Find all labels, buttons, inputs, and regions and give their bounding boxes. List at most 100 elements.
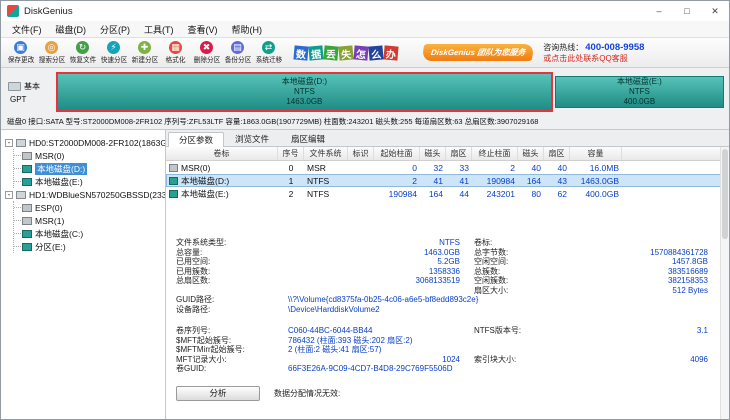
hotline-number: 400-008-9958 bbox=[585, 42, 644, 53]
tree-item-label: HD0:ST2000DM008-2FR102(1863GB) bbox=[29, 138, 166, 148]
qq-support-link[interactable]: 或点击此处联系QQ客服 bbox=[543, 53, 644, 64]
sidebar-item-hd0[interactable]: - HD0:ST2000DM008-2FR102(1863GB) bbox=[1, 136, 165, 149]
sidebar-item-partition-e[interactable]: 分区(E:) bbox=[14, 240, 165, 253]
banner-tile: 失 bbox=[338, 45, 353, 60]
sidebar-item-local-disk-c[interactable]: 本地磁盘(C:) bbox=[14, 227, 165, 240]
partition-bar-name: 本地磁盘(D:) bbox=[282, 77, 327, 87]
quick-partition-button[interactable]: ⚡快速分区 bbox=[98, 41, 129, 65]
backup-partition-button[interactable]: ▤备份分区 bbox=[222, 41, 253, 65]
menu-partition[interactable]: 分区(P) bbox=[93, 21, 137, 38]
column-header: 扇区 bbox=[446, 147, 472, 160]
save-changes-button[interactable]: ▣保存更改 bbox=[5, 41, 36, 65]
search-icon: ◎ bbox=[45, 41, 58, 54]
window-controls: – □ ✕ bbox=[645, 1, 729, 21]
tab-browse-files[interactable]: 浏览文件 bbox=[224, 131, 280, 146]
param-value: 3068133519 bbox=[288, 276, 460, 285]
toolbar-button-label: 系统迁移 bbox=[255, 55, 282, 65]
column-header: 序号 bbox=[278, 147, 304, 160]
partition-bar-strip: 本地磁盘(D:)NTFS1463.0GB本地磁盘(E:)NTFS400.0GB bbox=[56, 71, 726, 113]
disk-info-line: 磁盘0 接口:SATA 型号:ST2000DM008-2FR102 序列号:ZF… bbox=[1, 113, 729, 127]
disk-overview-panel: 基本 GPT 本地磁盘(D:)NTFS1463.0GB本地磁盘(E:)NTFS4… bbox=[1, 68, 729, 130]
disk-icon bbox=[16, 191, 26, 199]
cell-fs: MSR bbox=[304, 163, 348, 173]
disk-type-label: 基本 bbox=[24, 82, 40, 91]
partition-icon bbox=[22, 165, 32, 173]
partition-bar-local-disk-e[interactable]: 本地磁盘(E:)NTFS400.0GB bbox=[555, 76, 724, 108]
tree-item-label: 本地磁盘(D:) bbox=[35, 163, 87, 175]
column-header: 磁头 bbox=[420, 147, 446, 160]
toolbar-button-label: 恢复文件 bbox=[69, 55, 96, 65]
sidebar-item-msr-0[interactable]: MSR(0) bbox=[14, 149, 165, 162]
param-value: 4096 bbox=[586, 355, 708, 364]
tree-item-label: 本地磁盘(C:) bbox=[35, 228, 83, 240]
table-row[interactable]: 本地磁盘(E:)2NTFS190984164442432018062400.0G… bbox=[166, 187, 729, 200]
param-label: 卷GUID: bbox=[176, 363, 288, 374]
param-row: 总扇区数:3068133519空闲簇数:382158353 bbox=[166, 276, 729, 286]
menu-tools[interactable]: 工具(T) bbox=[137, 21, 181, 38]
recover-files-button[interactable]: ↻恢复文件 bbox=[67, 41, 98, 65]
cell-eh: 80 bbox=[518, 189, 544, 199]
new-partition-button[interactable]: ✚新建分区 bbox=[129, 41, 160, 65]
cell-ss: 33 bbox=[446, 163, 472, 173]
sidebar-item-local-disk-d[interactable]: 本地磁盘(D:) bbox=[14, 162, 165, 175]
param-value: 3.1 bbox=[586, 326, 708, 335]
disk-icon bbox=[8, 82, 21, 91]
contact-block: 咨询热线：400-008-9958 或点击此处联系QQ客服 bbox=[543, 42, 644, 64]
cell-label: 本地磁盘(D:) bbox=[166, 175, 278, 187]
promo-banner-data-loss[interactable]: 数据丢失怎么办 bbox=[294, 46, 399, 60]
table-row[interactable]: 本地磁盘(D:)1NTFS24141190984164431463.0GB bbox=[166, 174, 729, 187]
expander-icon[interactable]: - bbox=[5, 191, 13, 199]
analyze-button[interactable]: 分析 bbox=[176, 386, 260, 401]
menu-file[interactable]: 文件(F) bbox=[5, 21, 49, 38]
sidebar-item-hd1[interactable]: -HD1:WDBlueSN570250GBSSD(233GB) bbox=[1, 188, 165, 201]
param-label: 设备路径: bbox=[176, 304, 288, 315]
cell-ec: 2 bbox=[472, 163, 518, 173]
sidebar-item-msr-1[interactable]: MSR(1) bbox=[14, 214, 165, 227]
cell-no: 0 bbox=[278, 163, 304, 173]
maximize-button[interactable]: □ bbox=[673, 1, 701, 21]
search-partition-button[interactable]: ◎搜索分区 bbox=[36, 41, 67, 65]
column-header bbox=[622, 147, 729, 160]
expander-icon[interactable]: - bbox=[5, 139, 13, 147]
param-value: 5.2GB bbox=[288, 257, 460, 266]
banner-tile: 么 bbox=[368, 45, 383, 60]
param-label: 索引块大小: bbox=[474, 354, 586, 365]
close-button[interactable]: ✕ bbox=[701, 1, 729, 21]
partition-icon bbox=[22, 178, 32, 186]
partition-parameters: 文件系统类型:NTFS卷标:总容量:1463.0GB总字节数:157088436… bbox=[166, 200, 729, 374]
partition-bar-local-disk-d[interactable]: 本地磁盘(D:)NTFS1463.0GB bbox=[56, 72, 553, 112]
table-row[interactable]: MSR(0)0MSR032332404016.0MB bbox=[166, 161, 729, 174]
sidebar-item-esp-0[interactable]: ESP(0) bbox=[14, 201, 165, 214]
cell-es: 62 bbox=[544, 189, 570, 199]
bottom-actions: 分析 数据分配情况无效: bbox=[166, 386, 729, 401]
param-value: 1358336 bbox=[288, 267, 460, 276]
minimize-button[interactable]: – bbox=[645, 1, 673, 21]
sidebar-item-local-disk-e[interactable]: 本地磁盘(E:) bbox=[14, 175, 165, 188]
param-value: 2 (柱面:2 磁头:41 扇区:57) bbox=[288, 344, 460, 355]
vertical-scrollbar[interactable] bbox=[720, 147, 729, 419]
scrollbar-thumb[interactable] bbox=[722, 149, 728, 239]
cell-ec: 190984 bbox=[472, 176, 518, 186]
menu-view[interactable]: 查看(V) bbox=[181, 21, 225, 38]
delete-partition-button[interactable]: ✖删除分区 bbox=[191, 41, 222, 65]
tab-partition-params[interactable]: 分区参数 bbox=[168, 132, 224, 147]
param-value: NTFS bbox=[288, 238, 460, 247]
toolbar: ▣保存更改◎搜索分区↻恢复文件⚡快速分区✚新建分区▦格式化✖删除分区▤备份分区⇄… bbox=[1, 38, 729, 68]
system-migration-button[interactable]: ⇄系统迁移 bbox=[253, 41, 284, 65]
format-button[interactable]: ▦格式化 bbox=[160, 41, 191, 65]
param-value: 512 Bytes bbox=[586, 286, 708, 295]
delete-icon: ✖ bbox=[200, 41, 213, 54]
param-value: 1024 bbox=[288, 355, 460, 364]
promo-ribbon[interactable]: DiskGenius 团队为您服务 bbox=[422, 44, 535, 61]
disk-type-box: 基本 GPT bbox=[4, 81, 56, 104]
banner-tile: 丢 bbox=[323, 45, 338, 60]
cell-no: 2 bbox=[278, 189, 304, 199]
partition-icon bbox=[169, 164, 178, 172]
partition-table: 卷标序号文件系统标识起始柱面磁头扇区终止柱面磁头扇区容量MSR(0)0MSR03… bbox=[166, 147, 729, 200]
tab-sector-edit[interactable]: 扇区编辑 bbox=[280, 131, 336, 146]
menu-help[interactable]: 帮助(H) bbox=[225, 21, 270, 38]
tree-item-label: 分区(E:) bbox=[35, 241, 66, 253]
window-title: DiskGenius bbox=[24, 6, 73, 17]
menu-disk[interactable]: 磁盘(D) bbox=[49, 21, 94, 38]
hotline: 咨询热线：400-008-9958 bbox=[543, 42, 644, 53]
